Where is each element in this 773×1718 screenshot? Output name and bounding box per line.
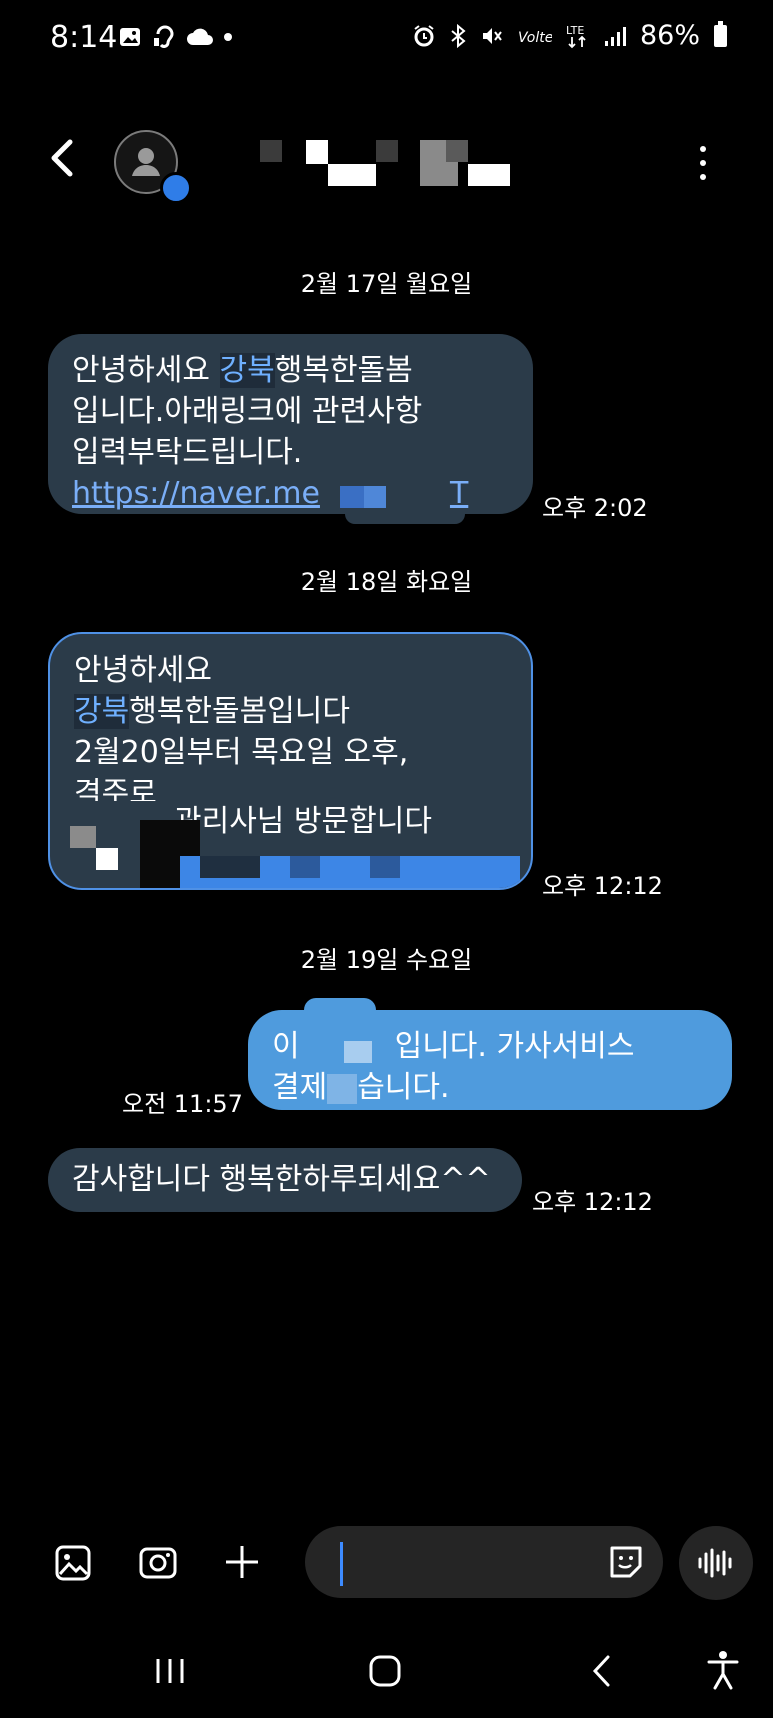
date-separator: 2월 17일 월요일 — [300, 270, 473, 298]
message-time: 오후 2:02 — [542, 494, 648, 522]
alarm-icon — [414, 24, 434, 46]
waveform-icon — [698, 1548, 732, 1578]
camera-icon — [139, 1547, 177, 1579]
date-separator: 2월 19일 수요일 — [300, 946, 473, 974]
attach-button[interactable] — [222, 1542, 262, 1586]
status-time: 8:14 — [50, 20, 118, 55]
text-cursor — [340, 1542, 343, 1586]
chevron-left-icon — [51, 139, 73, 177]
camera-button[interactable] — [138, 1544, 178, 1586]
message-link[interactable]: https://naver.me — [72, 476, 320, 511]
more-options-button[interactable] — [700, 146, 706, 180]
status-bar: 8:14 Volte LTE 86% — [0, 0, 773, 78]
gallery-icon — [55, 1545, 91, 1581]
status-icons-left — [118, 24, 232, 50]
link-preview-tab — [345, 508, 465, 524]
emoji-button[interactable] — [606, 1542, 646, 1586]
accessibility-button[interactable] — [706, 1650, 740, 1694]
message-bubble-incoming[interactable]: 안녕하세요 강북행복한돌봄 입니다.아래링크에 관련사항 입력부탁드립니다. h… — [48, 334, 533, 514]
hearing-icon — [154, 25, 174, 48]
message-bubble-outgoing[interactable]: 이 입니다. 가사서비스 결제 습니다. — [248, 1010, 732, 1110]
bluetooth-icon — [451, 23, 466, 48]
back-nav-button[interactable] — [590, 1654, 614, 1692]
notification-dot — [224, 33, 232, 41]
message-time: 오후 12:12 — [542, 872, 663, 900]
svg-text:Volte: Volte — [518, 30, 552, 46]
message-time: 오전 11:57 — [122, 1090, 243, 1118]
redacted-contact-name — [210, 140, 510, 186]
sticker-icon — [610, 1546, 642, 1578]
cloud-icon — [187, 28, 213, 45]
recents-icon — [156, 1659, 184, 1683]
date-separator: 2월 18일 화요일 — [300, 568, 473, 596]
message-bubble-incoming[interactable]: 안녕하세요 강북행복한돌봄입니다 2월20일부터 목요일 오후, 격주로 관리사… — [48, 632, 533, 890]
message-time: 오후 12:12 — [532, 1188, 653, 1216]
accessibility-icon — [707, 1651, 739, 1690]
message-bubble-incoming[interactable]: 감사합니다 행복한하루되세요^^ — [48, 1148, 522, 1212]
chat-badge-icon — [160, 172, 192, 204]
svg-text:LTE: LTE — [566, 24, 584, 37]
home-icon — [369, 1655, 401, 1687]
mute-icon — [482, 27, 502, 44]
redacted-image — [70, 820, 520, 888]
chevron-left-icon — [592, 1655, 610, 1687]
gallery-button[interactable] — [54, 1544, 92, 1586]
battery-percent: 86% — [639, 20, 700, 51]
voice-input-button[interactable] — [679, 1526, 753, 1600]
home-button[interactable] — [368, 1654, 402, 1692]
battery-icon — [714, 20, 727, 47]
recent-apps-button[interactable] — [154, 1656, 186, 1690]
lte-icon: LTE — [566, 24, 586, 48]
plus-icon — [226, 1546, 258, 1578]
status-icons-right: Volte LTE 86% — [412, 20, 727, 51]
signal-icon — [604, 26, 626, 46]
gallery-icon — [120, 28, 140, 46]
back-button[interactable] — [46, 138, 80, 182]
volte-icon: Volte — [518, 30, 552, 46]
system-nav-bar — [0, 1636, 773, 1718]
